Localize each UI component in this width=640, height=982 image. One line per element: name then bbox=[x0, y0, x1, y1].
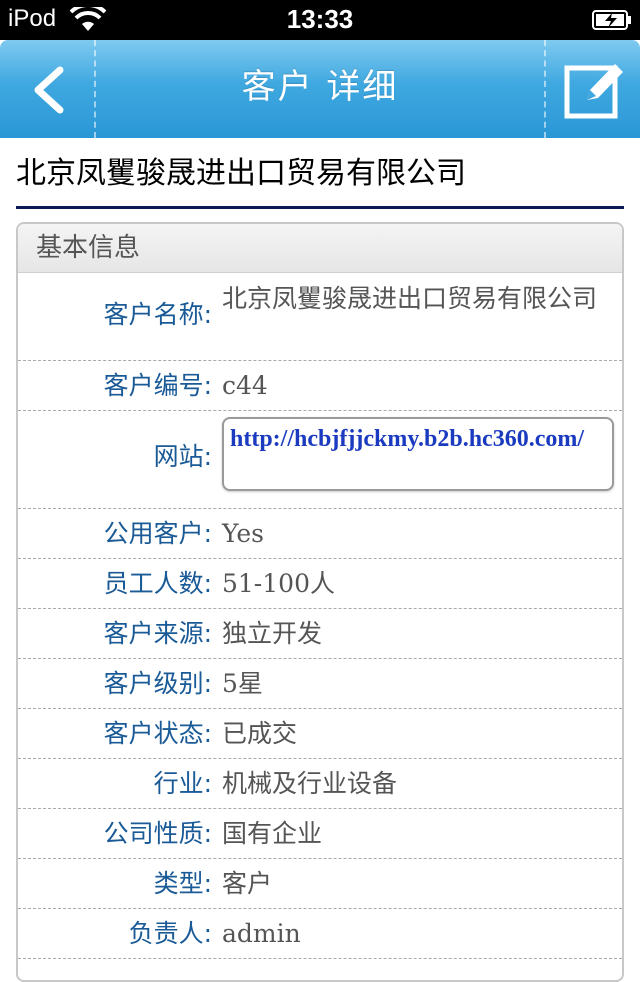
field-label: 客户名称: bbox=[103, 300, 212, 329]
status-time: 13:33 bbox=[286, 4, 354, 34]
field-value: admin bbox=[222, 919, 301, 948]
section-header: 基本信息 bbox=[18, 224, 622, 273]
field-row-website: 网站: http://hcbjfjjckmy.b2b.hc360.com/ bbox=[18, 411, 622, 509]
field-label: 客户级别: bbox=[103, 669, 212, 698]
basic-info-card: 基本信息 客户名称: 北京凤矍骏晟进出口贸易有限公司 客户编号: c44 网站:… bbox=[16, 222, 624, 982]
edit-icon bbox=[564, 64, 623, 119]
field-label: 公司性质: bbox=[103, 819, 212, 848]
field-row-public-customer: 公用客户: Yes bbox=[18, 509, 622, 559]
field-value: 客户 bbox=[222, 869, 273, 898]
field-row-employee-count: 员工人数: 51-100人 bbox=[18, 559, 622, 609]
nav-bar: 客户 详细 bbox=[0, 40, 640, 138]
field-row-industry: 行业: 机械及行业设备 bbox=[18, 759, 622, 809]
field-row-customer-name: 客户名称: 北京凤矍骏晟进出口贸易有限公司 bbox=[18, 273, 622, 361]
field-label: 负责人: bbox=[128, 919, 212, 948]
field-value: 机械及行业设备 bbox=[222, 769, 398, 798]
field-row-customer-status: 客户状态: 已成交 bbox=[18, 709, 622, 759]
field-label: 员工人数: bbox=[103, 569, 212, 598]
field-value: 5星 bbox=[222, 669, 263, 698]
field-value: 已成交 bbox=[222, 719, 298, 748]
company-title: 北京凤矍骏晟进出口贸易有限公司 bbox=[16, 156, 466, 191]
field-label: 类型: bbox=[153, 869, 212, 898]
field-label: 客户状态: bbox=[103, 719, 212, 748]
field-value: Yes bbox=[222, 519, 264, 548]
field-row-owner: 负责人: admin bbox=[18, 909, 622, 959]
field-row-customer-level: 客户级别: 5星 bbox=[18, 659, 622, 709]
field-row-type: 类型: 客户 bbox=[18, 859, 622, 909]
field-label: 行业: bbox=[153, 769, 212, 798]
field-value: 51-100人 bbox=[222, 569, 335, 598]
field-value: 国有企业 bbox=[222, 819, 323, 848]
page-title: 客户 详细 bbox=[241, 67, 399, 107]
section-title: 基本信息 bbox=[36, 233, 141, 263]
field-label: 客户编号: bbox=[103, 371, 212, 400]
chevron-left-icon bbox=[34, 66, 64, 114]
website-link[interactable]: http://hcbjfjjckmy.b2b.hc360.com/ bbox=[222, 417, 614, 491]
back-button[interactable] bbox=[0, 40, 96, 138]
field-row-company-nature: 公司性质: 国有企业 bbox=[18, 809, 622, 859]
field-label: 公用客户: bbox=[103, 519, 212, 548]
field-label: 网站: bbox=[153, 442, 212, 471]
field-value: 独立开发 bbox=[222, 619, 323, 648]
field-label: 客户来源: bbox=[103, 619, 212, 648]
field-row-customer-source: 客户来源: 独立开发 bbox=[18, 609, 622, 659]
field-row-customer-number: 客户编号: c44 bbox=[18, 361, 622, 411]
field-value: 北京凤矍骏晟进出口贸易有限公司 bbox=[222, 284, 598, 313]
field-value: c44 bbox=[222, 371, 268, 400]
edit-button[interactable] bbox=[544, 40, 640, 138]
battery-charging-icon bbox=[592, 10, 631, 30]
status-bar: iPod 13:33 bbox=[0, 0, 640, 40]
title-divider bbox=[16, 206, 624, 209]
